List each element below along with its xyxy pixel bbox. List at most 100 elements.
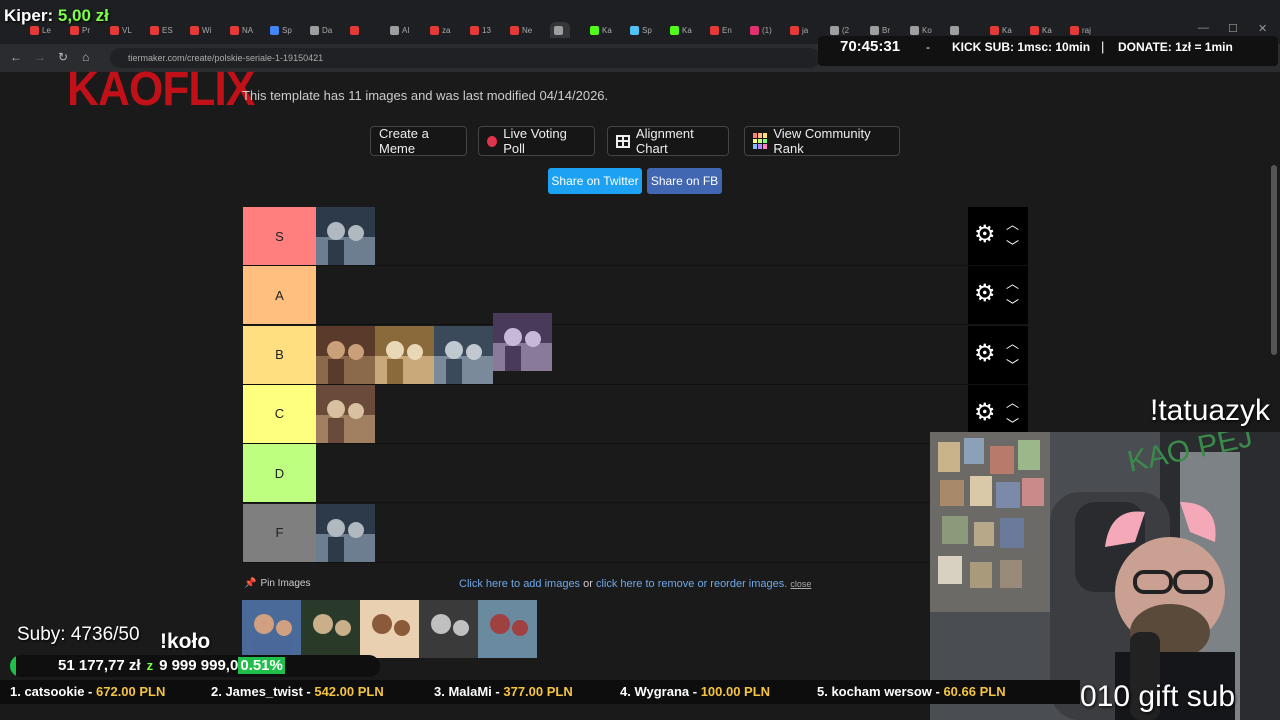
tab-label: Ko xyxy=(922,25,932,35)
tab-label: Pr xyxy=(82,25,90,35)
move-up-icon[interactable]: ︿ xyxy=(1006,277,1019,290)
tab-favicon-icon xyxy=(830,25,839,35)
tab-favicon-icon xyxy=(310,25,319,35)
pool-image[interactable] xyxy=(301,600,360,658)
browser-tab[interactable]: Sp xyxy=(630,22,652,38)
tab-label: Ne xyxy=(522,25,533,35)
tier-items[interactable] xyxy=(316,266,968,324)
tier-image[interactable] xyxy=(316,384,375,443)
tier-row: A ⚙ ︿ ﹀ xyxy=(242,266,1028,326)
tier-label[interactable]: D xyxy=(243,444,316,503)
donor-amount: 100.00 PLN xyxy=(700,684,771,699)
move-down-icon[interactable]: ﹀ xyxy=(1006,299,1019,312)
move-up-icon[interactable]: ︿ xyxy=(1006,337,1019,350)
pin-images-toggle[interactable]: 📌 Pin Images xyxy=(244,578,310,589)
tier-items[interactable] xyxy=(316,503,968,562)
browser-tab[interactable]: Ka xyxy=(590,22,612,38)
pool-image[interactable] xyxy=(478,600,537,658)
live-voting-poll-button[interactable]: Live Voting Poll xyxy=(478,126,595,156)
tier-items[interactable] xyxy=(316,312,968,384)
move-down-icon[interactable]: ﹀ xyxy=(1006,359,1019,372)
separator: | xyxy=(1101,39,1105,54)
browser-tab[interactable]: Ne xyxy=(510,22,532,38)
tab-label: Ka xyxy=(602,25,612,35)
donor-amount: 60.66 PLN xyxy=(943,684,1006,699)
browser-tab[interactable] xyxy=(550,22,570,38)
tab-label: 13 xyxy=(482,25,491,35)
browser-tab[interactable] xyxy=(350,22,362,38)
goal-target: 9 999 999,0 xyxy=(159,657,239,674)
page-scrollbar[interactable] xyxy=(1271,165,1277,355)
pool-image[interactable] xyxy=(242,600,301,658)
site-logo[interactable]: KAOFLIX xyxy=(67,62,255,117)
tier-label[interactable]: C xyxy=(243,384,316,443)
tier-label[interactable]: B xyxy=(243,325,316,384)
tier-items[interactable] xyxy=(316,444,968,502)
browser-tab[interactable]: ES xyxy=(150,22,173,38)
browser-tab[interactable]: Da xyxy=(310,22,332,38)
browser-tab[interactable]: ja xyxy=(790,22,808,38)
browser-tab[interactable]: za xyxy=(430,22,450,38)
close-help-link[interactable]: close xyxy=(790,579,811,589)
tab-favicon-icon xyxy=(750,25,759,35)
tier-image[interactable] xyxy=(316,503,375,562)
tab-label: raj xyxy=(1082,25,1091,35)
donation-alert: Kiper: 5,00 zł xyxy=(4,6,109,26)
browser-tab[interactable]: VL xyxy=(110,22,132,38)
tab-favicon-icon xyxy=(510,25,519,35)
tier-image[interactable] xyxy=(434,325,493,384)
sub-counter: Suby: 4736/50 xyxy=(17,624,140,645)
minimize-icon[interactable]: — xyxy=(1198,22,1209,34)
donor-entry: 3. MalaMi - 377.00 PLN xyxy=(434,684,573,699)
view-community-rank-label: View Community Rank xyxy=(773,126,871,156)
move-down-icon[interactable]: ﹀ xyxy=(1006,418,1019,431)
kick-sub-info: KICK SUB: 1msc: 10min xyxy=(952,40,1091,54)
tab-label: (2 xyxy=(842,25,850,35)
tier-image[interactable] xyxy=(493,312,552,371)
browser-tab[interactable]: Ka xyxy=(670,22,692,38)
tier-label[interactable]: F xyxy=(243,503,316,562)
view-community-rank-button[interactable]: View Community Rank xyxy=(744,126,900,156)
remove-reorder-link[interactable]: click here to remove or reorder images. xyxy=(596,578,787,590)
share-fb-button[interactable]: Share on FB xyxy=(647,168,722,194)
browser-tab[interactable]: 13 xyxy=(470,22,491,38)
maximize-icon[interactable]: ☐ xyxy=(1228,22,1238,35)
gear-icon[interactable]: ⚙ xyxy=(974,341,996,366)
move-up-icon[interactable]: ︿ xyxy=(1006,218,1019,231)
browser-tab[interactable]: En xyxy=(710,22,732,38)
alignment-chart-label: Alignment Chart xyxy=(635,126,694,156)
back-icon[interactable]: ← xyxy=(10,50,22,64)
browser-tab[interactable]: AI xyxy=(390,22,410,38)
gear-icon[interactable]: ⚙ xyxy=(974,223,996,247)
gear-icon[interactable]: ⚙ xyxy=(974,282,996,306)
tier-items[interactable] xyxy=(316,384,968,443)
tier-image[interactable] xyxy=(316,325,375,384)
browser-tab[interactable]: (1) xyxy=(750,22,772,38)
share-twitter-button[interactable]: Share on Twitter xyxy=(548,168,642,194)
move-up-icon[interactable]: ︿ xyxy=(1006,396,1019,409)
tier-label[interactable]: A xyxy=(243,266,316,325)
tab-label: za xyxy=(442,25,451,35)
tier-items[interactable] xyxy=(316,207,968,265)
move-down-icon[interactable]: ﹀ xyxy=(1006,240,1019,253)
gift-sub-counter: 010 gift sub xyxy=(1080,680,1236,713)
tier-label[interactable]: S xyxy=(243,207,316,265)
donor-name: 4. Wygrana xyxy=(620,684,690,699)
tier-image[interactable] xyxy=(375,325,434,384)
tier-image[interactable] xyxy=(316,207,375,265)
pool-image[interactable] xyxy=(419,600,478,658)
forward-icon[interactable]: → xyxy=(34,50,46,64)
add-images-link[interactable]: Click here to add images xyxy=(459,578,580,590)
browser-tab[interactable]: Wi xyxy=(190,22,211,38)
browser-tab[interactable]: Sp xyxy=(270,22,292,38)
tab-label: VL xyxy=(122,25,132,35)
tier-row: S ⚙ ︿ ﹀ xyxy=(242,207,1028,266)
tier-row: B ⚙ ︿ ﹀ xyxy=(242,312,1028,385)
alignment-chart-button[interactable]: Alignment Chart xyxy=(607,126,729,156)
browser-tab[interactable]: NA xyxy=(230,22,253,38)
pool-image[interactable] xyxy=(360,600,419,658)
help-or: or xyxy=(583,578,593,590)
gear-icon[interactable]: ⚙ xyxy=(974,400,996,425)
create-meme-button[interactable]: Create a Meme xyxy=(370,126,467,156)
close-window-icon[interactable]: ✕ xyxy=(1258,22,1267,35)
